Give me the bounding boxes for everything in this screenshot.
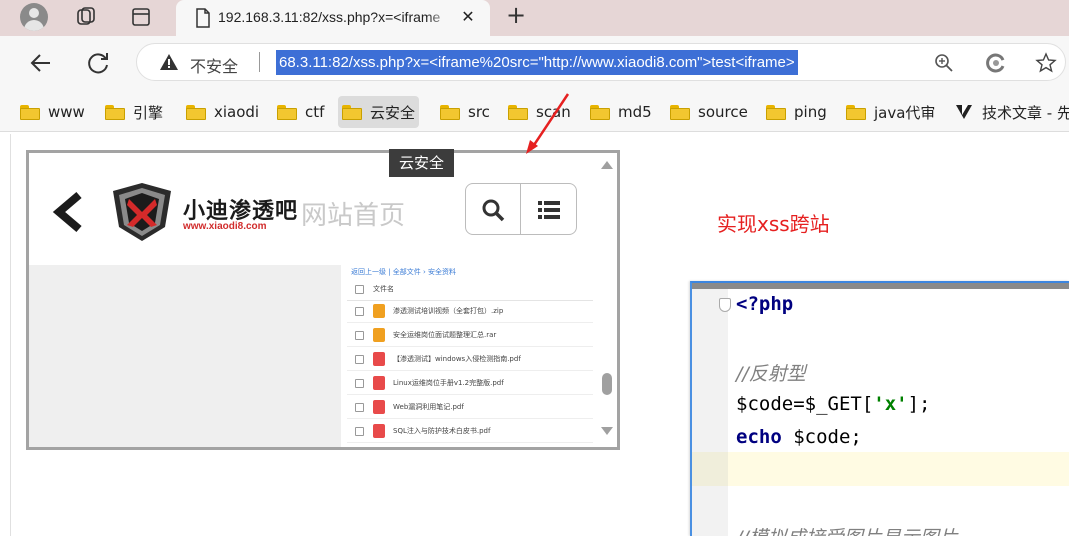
site-logo-shield-icon <box>113 183 171 241</box>
active-tab[interactable]: 192.168.3.11:82/xss.php?x=<iframe ✕ <box>176 0 490 36</box>
back-arrow-icon[interactable] <box>28 50 54 76</box>
code-line-echo: echo $code; <box>736 426 862 448</box>
folder-icon <box>590 104 610 120</box>
folder-icon <box>766 104 786 120</box>
row-checkbox[interactable] <box>355 355 364 364</box>
file-row[interactable]: 【渗透测试】windows入侵检测指南.pdf <box>347 349 593 371</box>
row-checkbox[interactable] <box>355 379 364 388</box>
row-checkbox[interactable] <box>355 331 364 340</box>
select-all-checkbox[interactable] <box>355 285 364 294</box>
search-icon[interactable] <box>480 197 506 223</box>
workspaces-icon[interactable] <box>75 6 97 28</box>
new-tab-button[interactable]: + <box>504 3 528 29</box>
file-name[interactable]: SQL注入与防护技术白皮书.pdf <box>393 426 490 436</box>
site-home-title[interactable]: 网站首页 <box>301 195 405 232</box>
bookmark-folder-md5[interactable]: md5 <box>586 96 656 128</box>
folder-icon <box>670 104 690 120</box>
annotation-text: 实现xss跨站 <box>717 212 830 236</box>
site-brand-url: www.xiaodi8.com <box>183 221 267 232</box>
file-row[interactable]: SQL注入与防护技术白皮书.pdf <box>347 421 593 443</box>
security-status-label[interactable]: 不安全 <box>190 53 238 77</box>
menu-list-icon[interactable] <box>536 197 562 223</box>
pdf-file-icon <box>373 352 385 366</box>
fold-marker-icon[interactable] <box>719 298 731 312</box>
row-checkbox[interactable] <box>355 403 364 412</box>
bookmark-folder-source[interactable]: source <box>666 96 752 128</box>
warning-triangle-icon[interactable] <box>159 53 179 71</box>
bookmark-tooltip: 云安全 <box>389 149 454 177</box>
code-line-comment: //反射型 <box>736 363 806 385</box>
column-header-filename: 文件名 <box>373 285 394 293</box>
bookmark-folder-engine[interactable]: 引擎 <box>101 96 167 128</box>
bookmark-site-icon <box>956 105 972 119</box>
tab-close-icon[interactable]: ✕ <box>458 6 478 28</box>
editor-gutter <box>692 289 728 536</box>
bookmark-folder-xiaodi[interactable]: xiaodi <box>182 96 263 128</box>
favorite-star-icon[interactable] <box>1035 52 1057 74</box>
pdf-file-icon <box>373 400 385 414</box>
file-name[interactable]: 【渗透测试】windows入侵检测指南.pdf <box>393 354 521 364</box>
folder-icon <box>440 104 460 120</box>
folder-icon <box>277 104 297 120</box>
bookmark-folder-java-audit[interactable]: java代审 <box>842 96 939 128</box>
folder-icon <box>105 104 125 120</box>
back-chevron-icon[interactable] <box>51 191 85 233</box>
folder-icon <box>846 104 866 120</box>
file-row[interactable]: 渗透测试培训视频（全套打包）.zip <box>347 301 593 323</box>
injected-iframe[interactable]: 小迪渗透吧 www.xiaodi8.com 网站首页 返回上一级 | 全部文件 … <box>26 150 620 450</box>
scroll-thumb[interactable] <box>602 373 612 395</box>
file-name[interactable]: 安全运维岗位面试题整理汇总.rar <box>393 330 496 340</box>
pdf-file-icon <box>373 424 385 438</box>
code-line-assign: $code=$_GET['x']; <box>736 393 931 415</box>
tab-strip: 192.168.3.11:82/xss.php?x=<iframe ✕ + <box>0 0 1069 40</box>
bookmark-folder-ping[interactable]: ping <box>762 96 831 128</box>
folder-icon <box>342 104 362 120</box>
bookmark-tech-articles[interactable]: 技术文章 - 先 <box>950 96 1069 128</box>
bookmark-folder-www[interactable]: www <box>16 96 89 128</box>
file-name[interactable]: 渗透测试培训视频（全套打包）.zip <box>393 306 503 316</box>
url-text-selected[interactable]: 68.3.11:82/xss.php?x=<iframe%20src="http… <box>276 50 798 75</box>
reload-icon[interactable] <box>86 50 112 76</box>
archive-file-icon <box>373 328 385 342</box>
zoom-icon[interactable] <box>933 52 955 74</box>
current-line-highlight <box>692 452 1069 486</box>
bookmark-folder-src[interactable]: src <box>436 96 494 128</box>
header-button-group <box>465 183 577 235</box>
folder-icon <box>20 104 40 120</box>
pdf-file-icon <box>373 376 385 390</box>
file-name[interactable]: Linux运维岗位手册v1.2完整版.pdf <box>393 378 504 388</box>
archive-file-icon <box>373 304 385 318</box>
file-row[interactable]: Web漏洞利用笔记.pdf <box>347 397 593 419</box>
iframe-file-list: 返回上一级 | 全部文件 › 安全资料 文件名 渗透测试培训视频（全套打包）.z… <box>341 265 597 447</box>
tab-actions-icon[interactable] <box>130 6 152 28</box>
extension-refresh-icon[interactable] <box>985 52 1007 74</box>
bookmark-folder-ctf[interactable]: ctf <box>273 96 328 128</box>
scroll-down-arrow-icon[interactable] <box>601 427 613 435</box>
tab-title: 192.168.3.11:82/xss.php?x=<iframe <box>218 9 441 25</box>
row-checkbox[interactable] <box>355 307 364 316</box>
file-row[interactable]: 安全运维岗位面试题整理汇总.rar <box>347 325 593 347</box>
address-bar[interactable]: 不安全 68.3.11:82/xss.php?x=<iframe%20src="… <box>136 43 1066 81</box>
file-list-header: 文件名 <box>347 279 593 301</box>
code-line-1: <?php <box>736 293 794 315</box>
file-row[interactable]: Linux运维岗位手册v1.2完整版.pdf <box>347 373 593 395</box>
folder-icon <box>186 104 206 120</box>
file-name[interactable]: Web漏洞利用笔记.pdf <box>393 402 464 412</box>
address-separator <box>259 52 260 72</box>
file-breadcrumb[interactable]: 返回上一级 | 全部文件 › 安全资料 <box>351 267 456 277</box>
iframe-side-panel <box>29 265 341 447</box>
page-document-icon <box>196 8 210 28</box>
iframe-site-header: 小迪渗透吧 www.xiaodi8.com 网站首页 <box>29 153 597 265</box>
row-checkbox[interactable] <box>355 427 364 436</box>
code-editor[interactable]: <?php //反射型 $code=$_GET['x']; echo $code… <box>690 281 1069 536</box>
annotation-arrow-icon <box>526 93 570 154</box>
browser-toolbar: 不安全 68.3.11:82/xss.php?x=<iframe%20src="… <box>0 36 1069 92</box>
iframe-scrollbar[interactable] <box>597 153 617 447</box>
profile-avatar-icon[interactable] <box>20 3 48 31</box>
scroll-up-arrow-icon[interactable] <box>601 161 613 169</box>
bookmark-folder-cloud-security[interactable]: 云安全 <box>338 96 420 128</box>
code-line-comment-2: //模拟成接受图片显示图片 <box>736 523 958 536</box>
